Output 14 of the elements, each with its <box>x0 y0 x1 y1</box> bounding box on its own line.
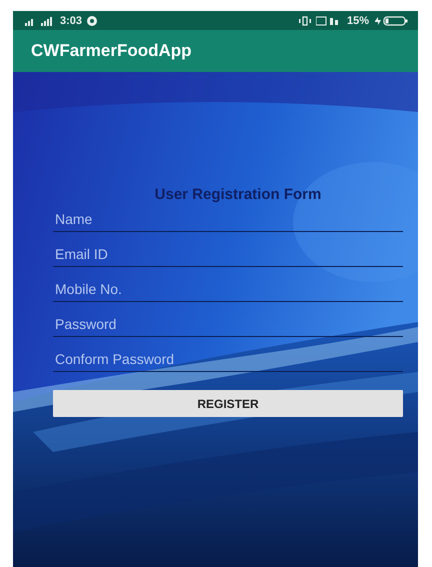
input-field[interactable]: Conform Password <box>53 347 403 372</box>
status-time: 3:03 <box>60 14 82 26</box>
register-button[interactable]: REGISTER <box>53 390 403 417</box>
battery-percentage: 15% <box>346 14 369 26</box>
input-field[interactable]: Password <box>53 312 403 337</box>
input-field[interactable]: Email ID <box>53 242 403 267</box>
form-title: User Registration Form <box>154 186 322 203</box>
notification-icon <box>87 16 98 26</box>
vibrate-icon <box>298 16 311 26</box>
battery-charging-icon <box>374 16 408 26</box>
input-field[interactable]: Name <box>53 207 403 232</box>
signal-icon <box>25 16 55 26</box>
app-title: CWFarmerFoodApp <box>31 41 192 61</box>
input-field[interactable]: Mobile No. <box>53 277 403 302</box>
